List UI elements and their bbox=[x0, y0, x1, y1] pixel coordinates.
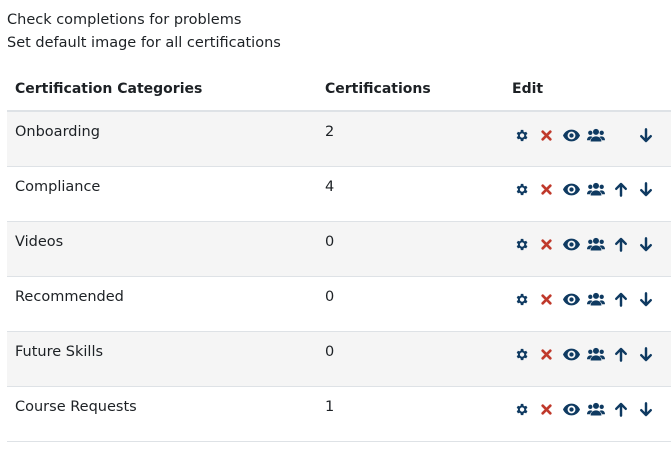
delete-x-icon[interactable] bbox=[537, 291, 555, 309]
table-row: Course Requests 1 bbox=[7, 386, 671, 442]
header-categories: Certification Categories bbox=[7, 68, 317, 112]
certification-count: 2 bbox=[317, 111, 504, 167]
eye-icon[interactable] bbox=[562, 236, 580, 254]
arrow-up-icon[interactable] bbox=[612, 181, 630, 199]
table-row: Compliance 4 bbox=[7, 166, 671, 222]
category-name[interactable]: Future Skills bbox=[7, 331, 317, 387]
delete-x-icon[interactable] bbox=[537, 401, 555, 419]
table-row: Videos 0 bbox=[7, 221, 671, 277]
delete-x-icon[interactable] bbox=[537, 236, 555, 254]
table-header-row: Certification Categories Certifications … bbox=[7, 68, 671, 112]
certification-count: 1 bbox=[317, 386, 504, 442]
users-icon[interactable] bbox=[587, 401, 605, 419]
edit-actions bbox=[512, 181, 671, 199]
edit-actions-cell bbox=[504, 221, 671, 277]
edit-actions-cell bbox=[504, 276, 671, 332]
delete-x-icon[interactable] bbox=[537, 126, 555, 144]
action-links: Check completions for problems Set defau… bbox=[7, 9, 281, 55]
edit-actions bbox=[512, 236, 671, 254]
delete-x-icon[interactable] bbox=[537, 181, 555, 199]
arrow-up-icon[interactable] bbox=[612, 346, 630, 364]
category-name[interactable]: Videos bbox=[7, 221, 317, 277]
check-completions-link[interactable]: Check completions for problems bbox=[7, 9, 281, 32]
table-row: Future Skills 0 bbox=[7, 331, 671, 387]
certification-count: 0 bbox=[317, 331, 504, 387]
gear-icon[interactable] bbox=[512, 236, 530, 254]
gear-icon[interactable] bbox=[512, 401, 530, 419]
edit-actions-cell bbox=[504, 331, 671, 387]
edit-actions bbox=[512, 401, 671, 419]
certification-count: 0 bbox=[317, 221, 504, 277]
set-default-image-link[interactable]: Set default image for all certifications bbox=[7, 32, 281, 55]
eye-icon[interactable] bbox=[562, 401, 580, 419]
arrow-down-icon[interactable] bbox=[637, 181, 655, 199]
edit-actions-cell bbox=[504, 166, 671, 222]
move-up-placeholder bbox=[612, 126, 630, 144]
gear-icon[interactable] bbox=[512, 181, 530, 199]
edit-actions-cell bbox=[504, 111, 671, 167]
eye-icon[interactable] bbox=[562, 291, 580, 309]
eye-icon[interactable] bbox=[562, 181, 580, 199]
table-row: Onboarding 2 bbox=[7, 111, 671, 167]
eye-icon[interactable] bbox=[562, 126, 580, 144]
certification-count: 0 bbox=[317, 276, 504, 332]
users-icon[interactable] bbox=[587, 126, 605, 144]
certification-categories-table: Certification Categories Certifications … bbox=[7, 68, 671, 442]
category-name[interactable]: Compliance bbox=[7, 166, 317, 222]
arrow-up-icon[interactable] bbox=[612, 291, 630, 309]
users-icon[interactable] bbox=[587, 291, 605, 309]
edit-actions bbox=[512, 346, 671, 364]
users-icon[interactable] bbox=[587, 236, 605, 254]
arrow-down-icon[interactable] bbox=[637, 346, 655, 364]
edit-actions bbox=[512, 291, 671, 309]
certification-count: 4 bbox=[317, 166, 504, 222]
arrow-down-icon[interactable] bbox=[637, 291, 655, 309]
table-row: Recommended 0 bbox=[7, 276, 671, 332]
arrow-down-icon[interactable] bbox=[637, 126, 655, 144]
arrow-up-icon[interactable] bbox=[612, 236, 630, 254]
edit-actions-cell bbox=[504, 386, 671, 442]
users-icon[interactable] bbox=[587, 181, 605, 199]
gear-icon[interactable] bbox=[512, 126, 530, 144]
delete-x-icon[interactable] bbox=[537, 346, 555, 364]
arrow-up-icon[interactable] bbox=[612, 401, 630, 419]
category-name[interactable]: Recommended bbox=[7, 276, 317, 332]
category-name[interactable]: Course Requests bbox=[7, 386, 317, 442]
eye-icon[interactable] bbox=[562, 346, 580, 364]
arrow-down-icon[interactable] bbox=[637, 236, 655, 254]
gear-icon[interactable] bbox=[512, 291, 530, 309]
header-certifications: Certifications bbox=[317, 68, 504, 112]
gear-icon[interactable] bbox=[512, 346, 530, 364]
category-name[interactable]: Onboarding bbox=[7, 111, 317, 167]
edit-actions bbox=[512, 126, 671, 144]
arrow-down-icon[interactable] bbox=[637, 401, 655, 419]
header-edit: Edit bbox=[504, 68, 671, 112]
users-icon[interactable] bbox=[587, 346, 605, 364]
